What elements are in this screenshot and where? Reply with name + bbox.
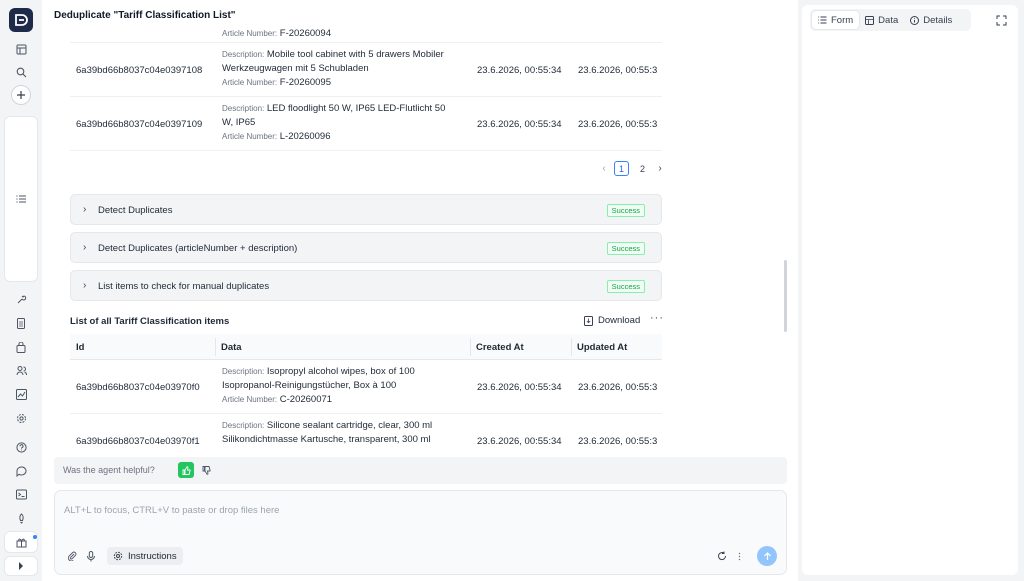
gear-icon — [113, 551, 123, 561]
column-header-updated-at[interactable]: Updated At — [577, 342, 627, 353]
cell-data: Description: LED floodlight 50 W, IP65 L… — [222, 103, 446, 142]
tab-data[interactable]: Data — [859, 11, 904, 29]
cell-created-at: 23.6.2026, 00:55:34 — [477, 119, 562, 130]
column-header-id[interactable]: Id — [76, 342, 84, 353]
cell-id: 6a39bd66b8037c04e0397108 — [76, 65, 203, 76]
table-row: Article Number: F-20260094 — [70, 28, 662, 43]
cell-data: Description: Isopropyl alcohol wipes, bo… — [222, 366, 415, 405]
prev-page-button[interactable]: ‹ — [600, 163, 608, 174]
next-page-button[interactable]: › — [656, 163, 662, 174]
tab-details[interactable]: Details — [904, 11, 958, 29]
cell-updated-at: 23.6.2026, 00:55:3 — [578, 436, 658, 446]
instructions-button[interactable]: Instructions — [107, 547, 183, 565]
shopping-bag-icon[interactable] — [13, 339, 29, 355]
table-row: 6a39bd66b8037c04e0397108 Description: Mo… — [70, 43, 662, 97]
panel-tabs: Form Data Details — [810, 9, 971, 31]
arrow-up-icon — [763, 551, 771, 560]
help-icon[interactable] — [13, 439, 29, 455]
status-badge: Success — [606, 204, 645, 217]
chevron-right-icon: › — [83, 280, 87, 291]
cell-updated-at: 23.6.2026, 00:55:3 — [578, 65, 658, 76]
info-icon — [910, 15, 920, 25]
thumbs-up-icon — [182, 465, 190, 475]
thumbs-down-button[interactable] — [198, 462, 214, 478]
table-header: Id Data Created At Updated At — [70, 334, 662, 360]
attach-icon[interactable] — [65, 549, 79, 563]
table-row: 6a39bd66b8037c04e03970f1 Description: Si… — [70, 414, 662, 446]
chevron-right-icon[interactable] — [13, 558, 29, 574]
users-icon[interactable] — [13, 362, 29, 378]
cell-updated-at: 23.6.2026, 00:55:3 — [578, 119, 658, 130]
chevron-right-icon: › — [83, 204, 87, 215]
cell-data: Article Number: F-20260094 — [222, 28, 331, 39]
step-list-manual-duplicates[interactable]: › List items to check for manual duplica… — [70, 270, 662, 301]
rocket-icon[interactable] — [13, 510, 29, 526]
step-detect-duplicates[interactable]: › Detect Duplicates Success — [70, 194, 662, 225]
feedback-bar: Was the agent helpful? — [54, 457, 787, 484]
message-composer[interactable]: ALT+L to focus, CTRL+V to paste or drop … — [54, 490, 787, 575]
more-options-button[interactable]: ··· — [650, 312, 662, 324]
feedback-question: Was the agent helpful? — [63, 465, 155, 475]
download-button[interactable]: Download — [584, 315, 640, 326]
composer-placeholder: ALT+L to focus, CTRL+V to paste or drop … — [64, 505, 280, 516]
kebab-menu-icon[interactable] — [732, 549, 746, 563]
results-scroll-area[interactable]: Article Number: F-20260094 6a39bd66b8037… — [70, 28, 662, 446]
chart-icon[interactable] — [13, 386, 29, 402]
download-icon — [584, 315, 593, 326]
list-icon[interactable] — [13, 191, 29, 207]
page-1-button[interactable]: 1 — [614, 161, 629, 176]
library-icon[interactable] — [13, 41, 29, 57]
status-badge: Success — [606, 242, 645, 255]
cell-created-at: 23.6.2026, 00:55:34 — [477, 382, 562, 393]
cell-id: 6a39bd66b8037c04e0397109 — [76, 119, 203, 130]
column-header-data[interactable]: Data — [221, 342, 242, 353]
chevron-right-icon: › — [83, 242, 87, 253]
cell-data: Description: Mobile tool cabinet with 5 … — [222, 49, 444, 88]
refresh-icon[interactable] — [715, 549, 729, 563]
terminal-icon[interactable] — [13, 486, 29, 502]
cell-created-at: 23.6.2026, 00:55:34 — [477, 65, 562, 76]
search-icon[interactable] — [13, 64, 29, 80]
step-detect-duplicates-article[interactable]: › Detect Duplicates (articleNumber + des… — [70, 232, 662, 263]
cell-updated-at: 23.6.2026, 00:55:3 — [578, 382, 658, 393]
pagination: ‹ 1 2 › — [600, 161, 662, 176]
page-title: Deduplicate "Tariff Classification List" — [54, 10, 236, 21]
settings-icon[interactable] — [13, 410, 29, 426]
column-header-created-at[interactable]: Created At — [476, 342, 524, 353]
wrench-icon[interactable] — [13, 291, 29, 307]
scrollbar[interactable] — [784, 260, 787, 332]
table-row: 6a39bd66b8037c04e03970f0 Description: Is… — [70, 360, 662, 414]
cell-id: 6a39bd66b8037c04e03970f1 — [76, 436, 200, 446]
microphone-icon[interactable] — [84, 549, 98, 563]
list-icon — [818, 16, 827, 24]
left-rail — [0, 0, 42, 581]
list-title: List of all Tariff Classification items — [70, 316, 230, 327]
app-logo[interactable] — [9, 8, 33, 32]
right-panel: Form Data Details — [802, 5, 1018, 575]
table-row: 6a39bd66b8037c04e0397109 Description: LE… — [70, 97, 662, 151]
thumbs-down-icon — [202, 465, 210, 475]
gift-icon[interactable] — [13, 534, 29, 550]
cell-id: 6a39bd66b8037c04e03970f0 — [76, 382, 200, 393]
document-icon[interactable] — [13, 315, 29, 331]
chat-icon[interactable] — [13, 463, 29, 479]
notification-dot — [33, 535, 37, 539]
send-button[interactable] — [757, 546, 777, 566]
cell-data: Description: Silicone sealant cartridge,… — [222, 420, 433, 445]
thumbs-up-button[interactable] — [178, 462, 194, 478]
tab-form[interactable]: Form — [812, 11, 860, 29]
status-badge: Success — [606, 280, 645, 293]
table-icon — [865, 15, 875, 25]
main-panel: Deduplicate "Tariff Classification List"… — [42, 0, 798, 581]
page-2-button[interactable]: 2 — [635, 161, 650, 176]
new-chat-button[interactable] — [11, 85, 31, 105]
cell-created-at: 23.6.2026, 00:55:34 — [477, 436, 562, 446]
fullscreen-icon[interactable] — [994, 13, 1008, 27]
